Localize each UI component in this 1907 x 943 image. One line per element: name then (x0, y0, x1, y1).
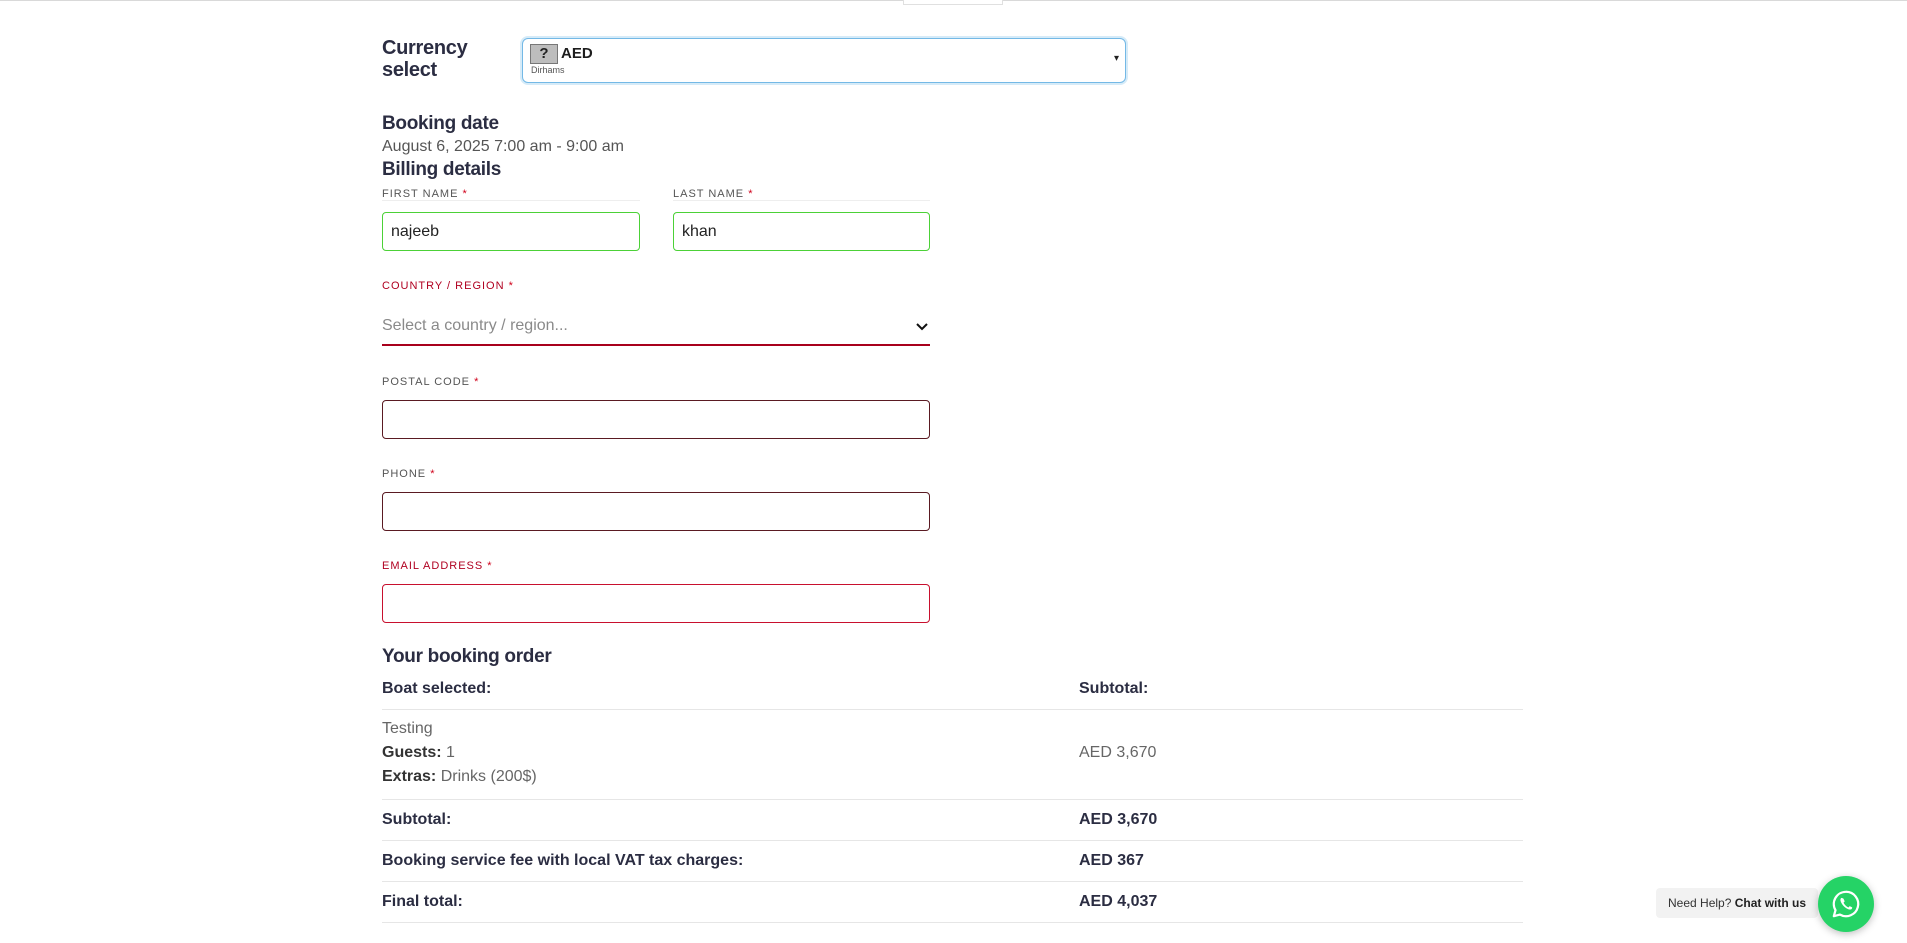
last-name-label-divider (673, 200, 930, 201)
service-fee-row: Booking service fee with local VAT tax c… (382, 841, 1523, 882)
table-header-row: Boat selected: Subtotal: (382, 674, 1523, 710)
caret-down-icon: ▾ (1113, 53, 1119, 64)
boat-selected-header: Boat selected: (382, 680, 492, 697)
guests-line: Guests: 1 (382, 744, 455, 761)
country-placeholder: Select a country / region... (382, 317, 568, 334)
subtotal-row: Subtotal: AED 3,670 (382, 800, 1523, 841)
booking-date-title: Booking date (382, 113, 499, 134)
item-price: AED 3,670 (1079, 744, 1157, 761)
whatsapp-icon (1832, 890, 1860, 918)
booking-order-table: Boat selected: Subtotal: Testing Guests:… (382, 674, 1523, 923)
first-name-label: FIRST NAME * (382, 188, 468, 200)
currency-select[interactable]: ? AED Dirhams ▾ (522, 38, 1126, 83)
final-total-value: AED 4,037 (1079, 893, 1158, 910)
currency-code: AED (561, 45, 593, 62)
first-name-label-divider (382, 200, 640, 201)
chevron-down-icon (916, 323, 928, 331)
booking-date-value: August 6, 2025 7:00 am - 9:00 am (382, 138, 624, 155)
email-input[interactable] (382, 584, 930, 623)
final-total-row: Final total: AED 4,037 (382, 882, 1523, 923)
postal-code-label: POSTAL CODE * (382, 376, 480, 388)
currency-select-label: Currency select (382, 37, 468, 81)
currency-flag-icon: ? (530, 44, 558, 64)
country-label: COUNTRY / REGION * (382, 280, 514, 292)
chat-with-us-link[interactable]: Chat with us (1735, 896, 1806, 910)
whatsapp-chat-button[interactable] (1818, 876, 1874, 932)
subtotal-label: Subtotal: (382, 811, 452, 828)
extras-line: Extras: Drinks (200$) (382, 768, 537, 785)
last-name-label: LAST NAME * (673, 188, 754, 200)
phone-label: PHONE * (382, 468, 436, 480)
first-name-input[interactable] (382, 212, 640, 251)
email-label: EMAIL ADDRESS * (382, 560, 493, 572)
boat-name: Testing (382, 720, 433, 737)
currency-name: Dirhams (531, 65, 565, 75)
subtotal-header: Subtotal: (1079, 680, 1149, 697)
subtotal-value: AED 3,670 (1079, 811, 1158, 828)
billing-details-title: Billing details (382, 159, 502, 180)
booking-order-title: Your booking order (382, 646, 552, 667)
phone-input[interactable] (382, 492, 930, 531)
need-help-text: Need Help? (1668, 896, 1732, 910)
service-fee-value: AED 367 (1079, 852, 1144, 869)
last-name-input[interactable] (673, 212, 930, 251)
postal-code-input[interactable] (382, 400, 930, 439)
table-row: Testing Guests: 1 Extras: Drinks (200$) … (382, 710, 1523, 800)
top-tab-handle (903, 0, 1003, 5)
service-fee-label: Booking service fee with local VAT tax c… (382, 852, 744, 869)
country-select[interactable]: Select a country / region... (382, 312, 930, 346)
final-total-label: Final total: (382, 893, 463, 910)
need-help-pill[interactable]: Need Help? Chat with us (1656, 888, 1819, 918)
